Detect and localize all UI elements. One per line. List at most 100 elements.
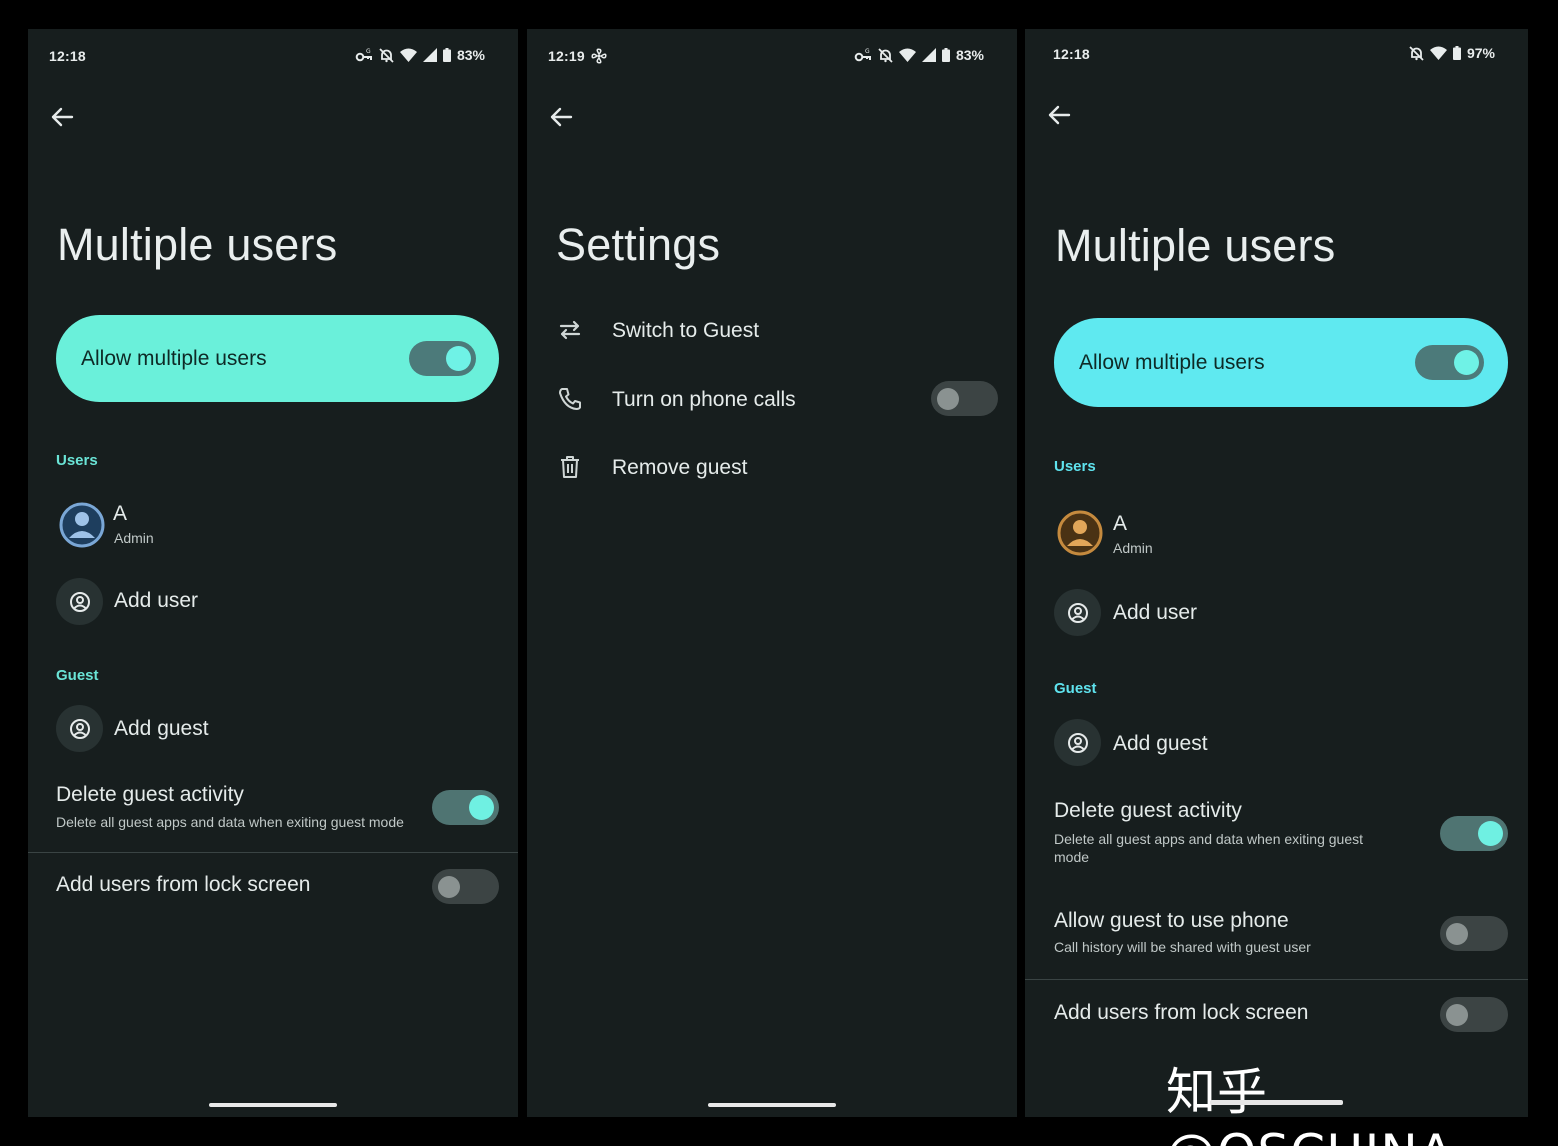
users-section-header: Users	[56, 452, 98, 469]
add-users-from-lock-screen-row[interactable]: Add users from lock screen	[1054, 996, 1509, 1036]
screen-multiple-users-left: 12:18 G 83% Multiple users Allow multipl…	[28, 29, 518, 1117]
turn-on-phone-calls-row[interactable]: Turn on phone calls	[527, 379, 1017, 421]
back-arrow-icon[interactable]	[547, 103, 575, 131]
fan-icon	[591, 48, 607, 64]
guest-section-header: Guest	[1054, 680, 1097, 697]
home-indicator[interactable]	[708, 1103, 836, 1107]
status-time: 12:18	[49, 48, 86, 64]
wifi-icon	[399, 48, 417, 62]
add-user-row[interactable]: Add user	[56, 578, 496, 628]
account-circle-icon	[1067, 732, 1088, 753]
add-guest-row[interactable]: Add guest	[56, 705, 496, 755]
allow-multiple-users-label: Allow multiple users	[1079, 350, 1265, 374]
status-time: 12:19	[548, 48, 585, 64]
switch-knob	[469, 795, 494, 820]
turn-on-phone-calls-label: Turn on phone calls	[612, 388, 796, 411]
status-bar: 12:18 97%	[1025, 29, 1528, 81]
svg-text:G: G	[865, 48, 870, 55]
vpn-key-icon: G	[854, 48, 871, 62]
allow-guest-to-use-phone-subtitle: Call history will be shared with guest u…	[1054, 939, 1311, 955]
add-guest-label: Add guest	[1113, 732, 1208, 755]
switch-to-guest-label: Switch to Guest	[612, 319, 760, 342]
watermark: 知乎 @OSCHINA	[1166, 1063, 1453, 1146]
trash-icon	[561, 456, 579, 478]
battery-icon	[1452, 46, 1461, 60]
add-user-icon-circle	[56, 578, 103, 625]
battery-percent: 97%	[1466, 45, 1495, 61]
swap-icon	[559, 320, 581, 340]
status-time: 12:18	[1053, 46, 1090, 62]
add-user-label: Add user	[114, 589, 199, 612]
delete-guest-activity-row[interactable]: Delete guest activity Delete all guest a…	[56, 783, 501, 841]
delete-guest-activity-switch[interactable]	[432, 790, 499, 825]
allow-multiple-users-toggle-card[interactable]: Allow multiple users	[56, 315, 499, 402]
user-row-admin[interactable]: A Admin	[56, 499, 496, 563]
battery-icon	[941, 48, 950, 62]
user-row-admin[interactable]: A Admin	[1054, 507, 1504, 571]
allow-multiple-users-switch[interactable]	[1415, 345, 1484, 380]
status-bar: 12:19 G 83%	[527, 29, 1017, 81]
watermark-underline	[1210, 1100, 1343, 1105]
wifi-icon	[898, 48, 916, 62]
screen-guest-settings: 12:19 G 83% Settings Switch to Guest Tur…	[527, 29, 1017, 1117]
allow-multiple-users-toggle-card[interactable]: Allow multiple users	[1054, 318, 1508, 407]
add-user-icon-circle	[1054, 589, 1101, 636]
remove-guest-row[interactable]: Remove guest	[527, 447, 1017, 489]
delete-guest-activity-title: Delete guest activity	[1054, 799, 1242, 822]
add-guest-icon-circle	[1054, 719, 1101, 766]
page-title: Multiple users	[57, 219, 338, 270]
remove-guest-label: Remove guest	[612, 456, 748, 479]
switch-knob	[438, 876, 460, 898]
switch-knob	[937, 388, 959, 410]
delete-guest-activity-switch[interactable]	[1440, 816, 1508, 851]
battery-percent: 83%	[955, 47, 984, 63]
switch-to-guest-row[interactable]: Switch to Guest	[527, 309, 1017, 351]
add-user-row[interactable]: Add user	[1054, 589, 1504, 639]
cell-signal-icon	[921, 48, 936, 62]
status-icons: G 83%	[355, 47, 485, 63]
add-users-from-lock-screen-row[interactable]: Add users from lock screen	[56, 869, 501, 909]
notifications-off-icon	[1409, 45, 1424, 61]
add-user-label: Add user	[1113, 601, 1198, 624]
divider	[28, 852, 518, 853]
users-section-header: Users	[1054, 458, 1096, 475]
account-circle-icon	[69, 718, 90, 739]
battery-percent: 83%	[456, 47, 485, 63]
allow-multiple-users-label: Allow multiple users	[81, 346, 267, 370]
guest-section-header: Guest	[56, 667, 99, 684]
allow-guest-to-use-phone-switch[interactable]	[1440, 916, 1508, 951]
allow-multiple-users-switch[interactable]	[409, 341, 476, 376]
switch-knob	[1454, 350, 1479, 375]
delete-guest-activity-subtitle: Delete all guest apps and data when exit…	[56, 814, 404, 830]
user-name: A	[1113, 512, 1128, 535]
status-icons: 97%	[1409, 45, 1495, 61]
cell-signal-icon	[422, 48, 437, 62]
page-title: Settings	[556, 219, 721, 270]
user-role: Admin	[114, 530, 154, 546]
add-guest-icon-circle	[56, 705, 103, 752]
screen-multiple-users-right: 12:18 97% Multiple users Allow multiple …	[1025, 29, 1528, 1117]
delete-guest-activity-title: Delete guest activity	[56, 783, 244, 806]
user-role: Admin	[1113, 540, 1153, 556]
switch-knob	[1478, 821, 1503, 846]
account-circle-icon	[1067, 602, 1088, 623]
back-arrow-icon[interactable]	[1045, 101, 1073, 129]
wifi-icon	[1429, 46, 1447, 60]
add-users-from-lock-screen-switch[interactable]	[1440, 997, 1508, 1032]
notifications-off-icon	[878, 47, 893, 63]
home-indicator[interactable]	[209, 1103, 337, 1107]
add-users-from-lock-screen-title: Add users from lock screen	[1054, 1001, 1309, 1024]
allow-guest-to-use-phone-title: Allow guest to use phone	[1054, 909, 1289, 932]
switch-knob	[1446, 1004, 1468, 1026]
allow-guest-to-use-phone-row[interactable]: Allow guest to use phone Call history wi…	[1054, 909, 1509, 961]
svg-text:G: G	[366, 48, 371, 55]
add-guest-row[interactable]: Add guest	[1054, 719, 1504, 769]
delete-guest-activity-subtitle: Delete all guest apps and data when exit…	[1054, 831, 1363, 865]
back-arrow-icon[interactable]	[48, 103, 76, 131]
user-avatar-icon	[59, 502, 105, 548]
add-users-from-lock-screen-title: Add users from lock screen	[56, 873, 311, 896]
delete-guest-activity-row[interactable]: Delete guest activity Delete all guest a…	[1054, 799, 1509, 869]
add-users-from-lock-screen-switch[interactable]	[432, 869, 499, 904]
page-title: Multiple users	[1055, 220, 1336, 271]
turn-on-phone-calls-switch[interactable]	[931, 381, 998, 416]
